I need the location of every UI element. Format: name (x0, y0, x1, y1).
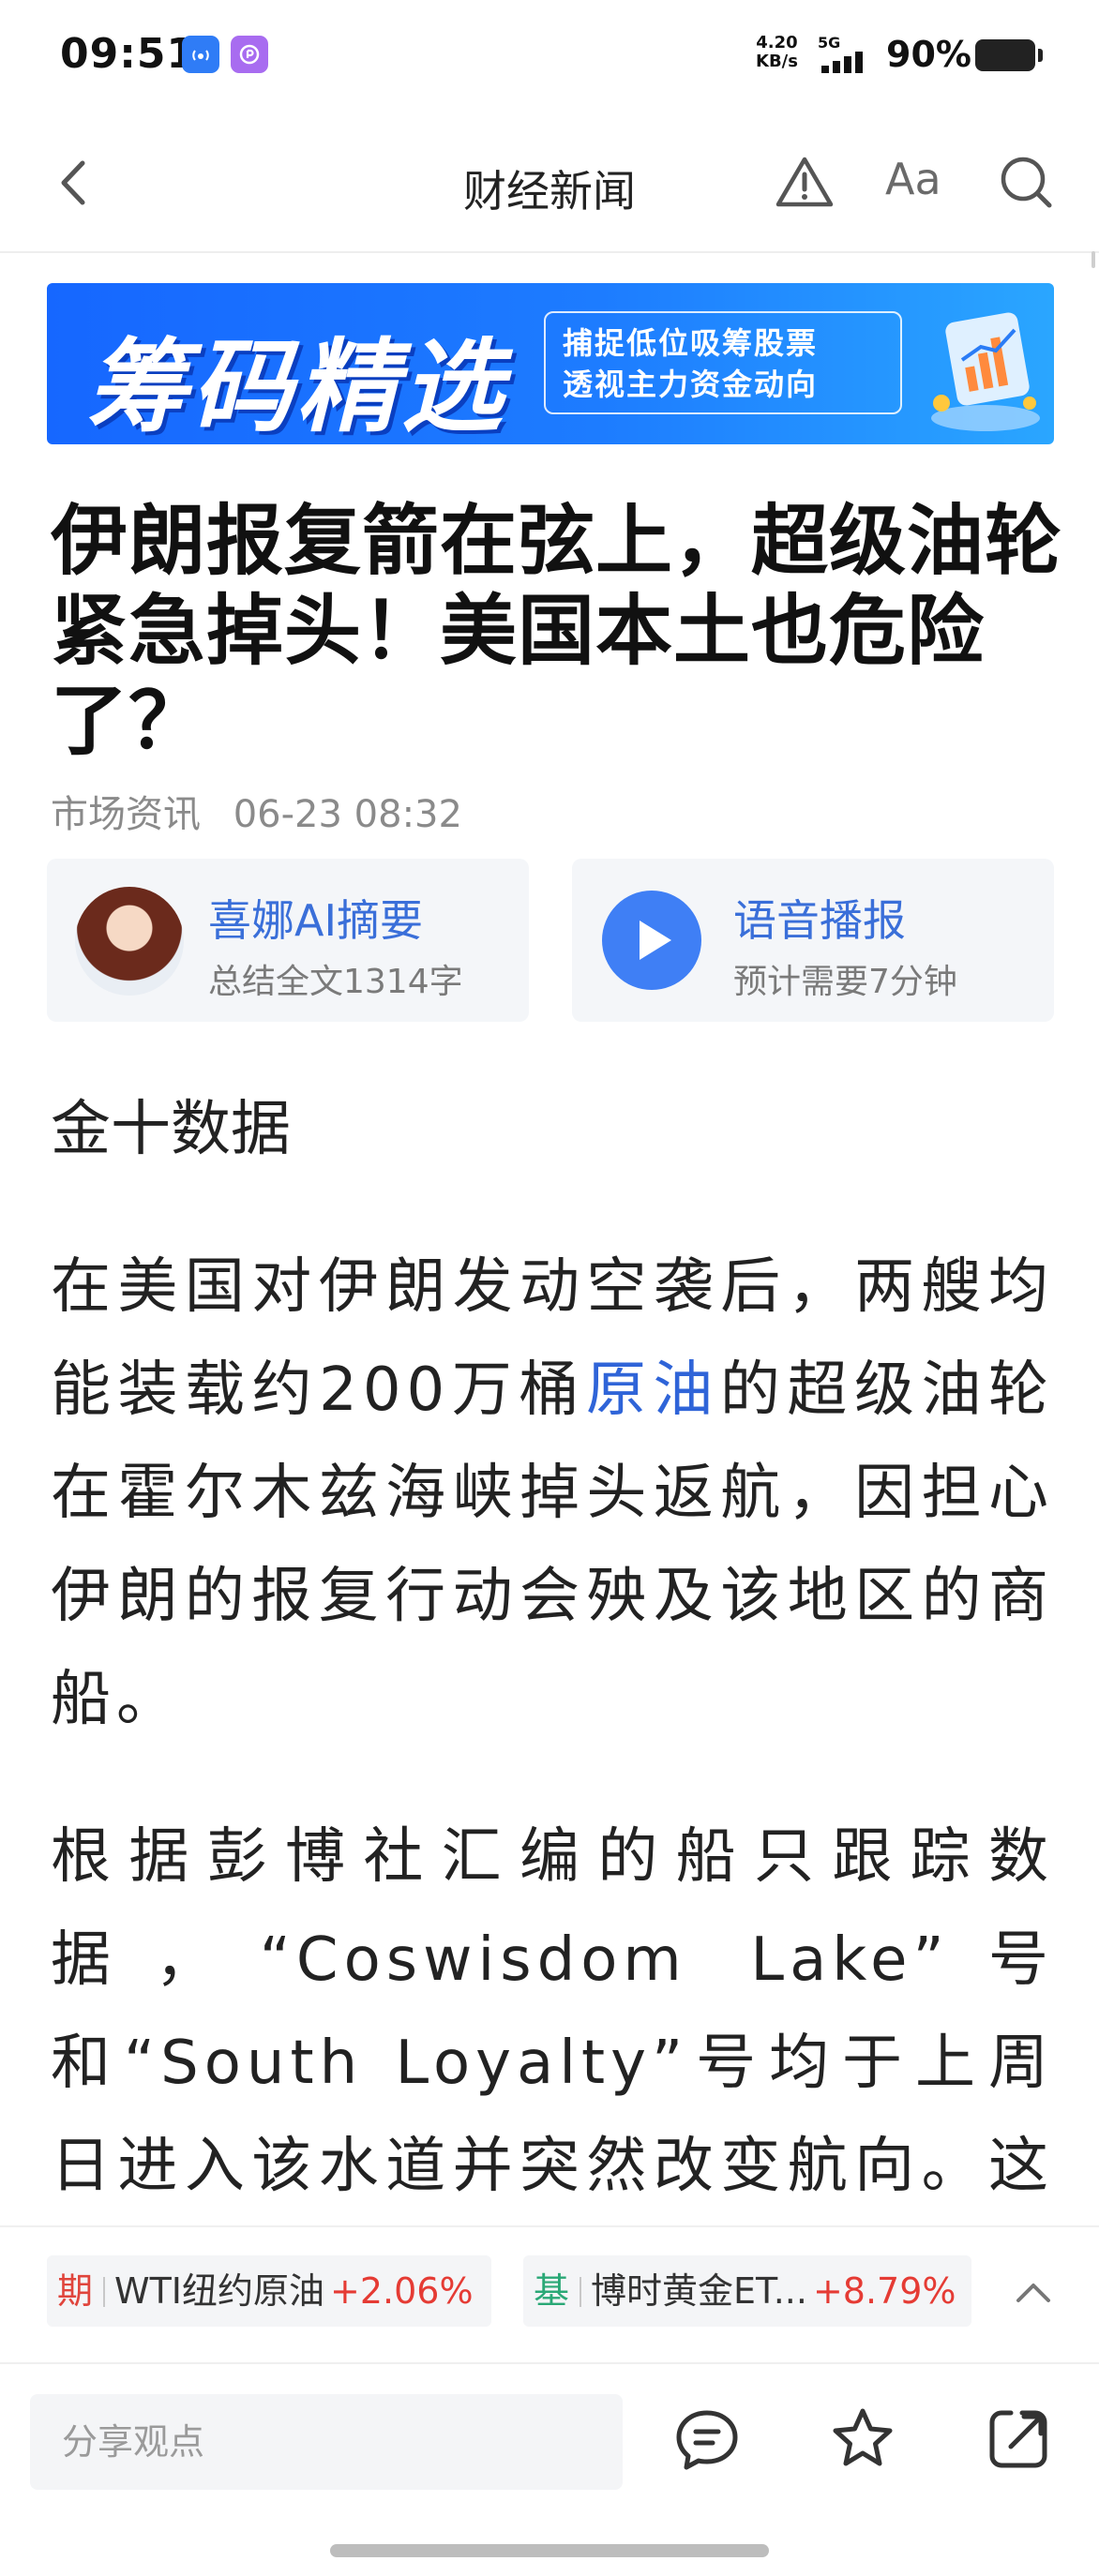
banner-line-1: 捕捉低位吸筹股票 (563, 325, 819, 361)
comment-input[interactable] (30, 2394, 623, 2490)
hotspot-icon (182, 36, 219, 73)
chevron-up-icon[interactable] (1013, 2274, 1054, 2312)
article-source[interactable]: 市场资讯 (51, 793, 201, 836)
banner-title: 筹码精选 (86, 329, 507, 444)
network-speed: 4.20 KB/s (756, 33, 798, 71)
article-datetime: 06-23 08:32 (233, 793, 462, 836)
article-byline: 金十数据 (51, 1095, 291, 1164)
warning-icon[interactable] (775, 154, 835, 210)
favorite-star-icon[interactable] (829, 2405, 896, 2473)
bottom-action-bar (0, 2362, 1099, 2576)
futures-tag: 期 (56, 2270, 93, 2312)
audio-broadcast-card[interactable]: 语音播报 预计需要7分钟 (572, 859, 1054, 1022)
article-meta: 市场资讯 06-23 08:32 (51, 784, 483, 838)
audio-broadcast-subtitle: 预计需要7分钟 (733, 963, 957, 1001)
audio-broadcast-title: 语音播报 (733, 895, 906, 946)
ticker-item-gold-etf[interactable]: 基博时黄金ET... +8.79% (523, 2255, 971, 2327)
scroll-indicator[interactable] (1091, 251, 1095, 268)
ai-summary-subtitle: 总结全文1314字 (208, 963, 463, 1001)
fund-tag: 基 (533, 2270, 569, 2312)
ticker-name: 博时黄金ET... (591, 2270, 807, 2312)
status-bar: 09:51 4.20 KB/s 5G 90% (0, 0, 1099, 112)
banner-tagline-box: 捕捉低位吸筹股票 透视主力资金动向 (544, 311, 902, 414)
promo-banner[interactable]: 筹码精选 捕捉低位吸筹股票 透视主力资金动向 (47, 283, 1054, 444)
article-headline: 伊朗报复箭在弦上，超级油轮紧急掉头！美国本土也危险了？ (51, 497, 1063, 766)
app-notification-icon (231, 36, 268, 73)
ai-summary-card[interactable]: 喜娜AI摘要 总结全文1314字 (47, 859, 529, 1022)
comment-icon[interactable] (673, 2405, 741, 2473)
battery-icon (975, 39, 1043, 71)
ticker-item-wti[interactable]: 期 WTI纽约原油 +2.06% (47, 2255, 491, 2327)
font-size-button[interactable]: Aa (885, 154, 941, 204)
article-paragraph-1: 在美国对伊朗发动空袭后，两艘均能装载约200万桶原油的超级油轮在霍尔木兹海峡掉头… (51, 1252, 1055, 1734)
battery-percent: 90% (886, 34, 971, 75)
status-time: 09:51 (60, 30, 197, 78)
crude-oil-link[interactable]: 原油 (586, 1355, 720, 1425)
article-body: 金十数据 在美国对伊朗发动空袭后，两艘均能装载约200万桶原油的超级油轮在霍尔木… (51, 1078, 1054, 2375)
signal-icon (821, 52, 863, 73)
banner-line-2: 透视主力资金动向 (563, 367, 819, 402)
ticker-name: WTI纽约原油 (114, 2270, 324, 2312)
search-icon[interactable] (998, 154, 1054, 210)
ai-avatar (75, 887, 184, 996)
top-nav-bar: 财经新闻 Aa (0, 112, 1099, 253)
chart-illustration-icon (931, 312, 1040, 431)
market-ticker: 期 WTI纽约原油 +2.06% 基博时黄金ET... +8.79% (0, 2225, 1099, 2362)
home-indicator[interactable] (330, 2544, 769, 2557)
share-icon[interactable] (985, 2405, 1052, 2473)
play-icon[interactable] (602, 891, 701, 990)
ai-summary-title: 喜娜AI摘要 (208, 895, 424, 946)
ticker-change: +2.06% (330, 2270, 474, 2312)
ticker-change: +8.79% (812, 2270, 956, 2312)
